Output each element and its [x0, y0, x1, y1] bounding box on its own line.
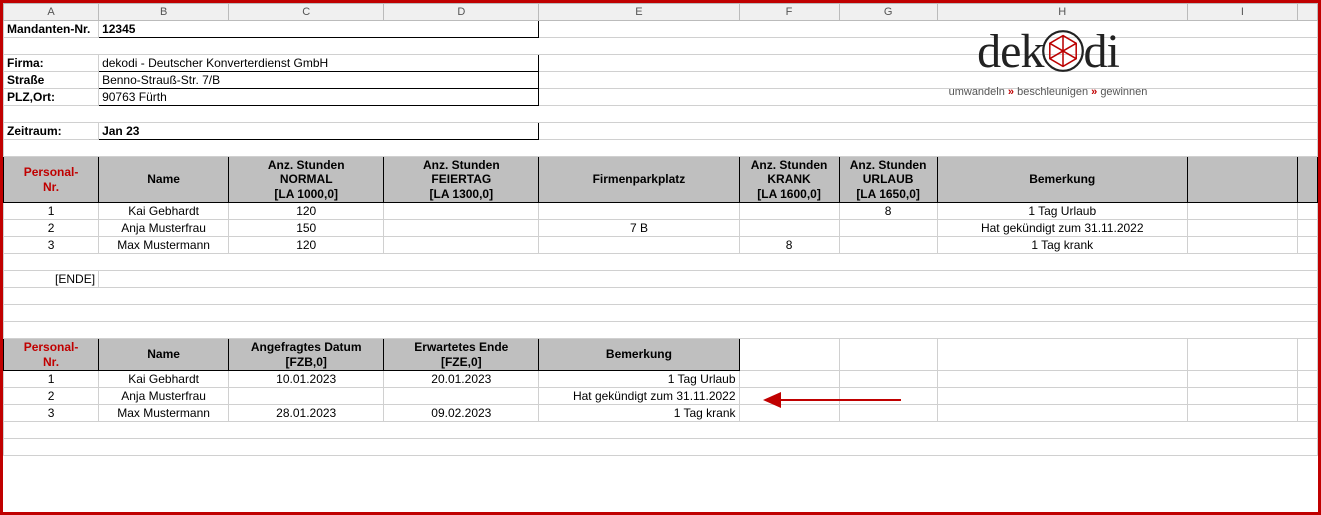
- cell[interactable]: 20.01.2023: [384, 370, 539, 387]
- cell[interactable]: 7 B: [539, 220, 739, 237]
- cell[interactable]: Hat gekündigt zum 31.11.2022: [539, 387, 739, 404]
- cell[interactable]: [1187, 220, 1297, 237]
- table1-header-row: Personal-Nr. Name Anz. StundenNORMAL[LA …: [4, 157, 1318, 203]
- t2-hdr-angefragt: Angefragtes Datum[FZB,0]: [229, 339, 384, 371]
- strasse-value-cell[interactable]: Benno-Strauß-Str. 7/B: [99, 72, 539, 89]
- col-C[interactable]: C: [229, 4, 384, 21]
- zeitraum-value-cell[interactable]: Jan 23: [99, 123, 539, 140]
- col-E[interactable]: E: [539, 4, 739, 21]
- cell[interactable]: 120: [229, 237, 384, 254]
- cell[interactable]: 10.01.2023: [229, 370, 384, 387]
- cell[interactable]: 150: [229, 220, 384, 237]
- t1-hdr-feiertag: Anz. StundenFEIERTAG[LA 1300,0]: [384, 157, 539, 203]
- strasse-label: Straße: [4, 72, 99, 89]
- t2-hdr-erwartet: Erwartetes Ende[FZE,0]: [384, 339, 539, 371]
- gear-icon: [1041, 29, 1085, 82]
- cell[interactable]: [384, 387, 539, 404]
- cell[interactable]: 1 Tag Urlaub: [937, 203, 1187, 220]
- cell[interactable]: [1187, 237, 1297, 254]
- cell[interactable]: Max Mustermann: [99, 404, 229, 421]
- table-row[interactable]: 1 Kai Gebhardt 10.01.2023 20.01.2023 1 T…: [4, 370, 1318, 387]
- cell[interactable]: Max Mustermann: [99, 237, 229, 254]
- col-I[interactable]: I: [1187, 4, 1297, 21]
- col-A[interactable]: A: [4, 4, 99, 21]
- table-row[interactable]: 3 Max Mustermann 28.01.2023 09.02.2023 1…: [4, 404, 1318, 421]
- cell[interactable]: [839, 220, 937, 237]
- col-F[interactable]: F: [739, 4, 839, 21]
- cell[interactable]: Kai Gebhardt: [99, 370, 229, 387]
- table-row[interactable]: 2 Anja Musterfrau 150 7 B Hat gekündigt …: [4, 220, 1318, 237]
- table2-header-row: Personal-Nr. Name Angefragtes Datum[FZB,…: [4, 339, 1318, 371]
- t1-hdr-personal: Personal-Nr.: [4, 157, 99, 203]
- cell[interactable]: [539, 237, 739, 254]
- mandant-label: Mandanten-Nr.: [4, 21, 99, 38]
- cell[interactable]: 3: [4, 404, 99, 421]
- col-H[interactable]: H: [937, 4, 1187, 21]
- t2-hdr-bemerkung: Bemerkung: [539, 339, 739, 371]
- cell[interactable]: Hat gekündigt zum 31.11.2022: [937, 220, 1187, 237]
- col-G[interactable]: G: [839, 4, 937, 21]
- cell[interactable]: 1: [4, 203, 99, 220]
- table-row[interactable]: 1 Kai Gebhardt 120 8 1 Tag Urlaub: [4, 203, 1318, 220]
- cell[interactable]: [1297, 203, 1317, 220]
- cell[interactable]: [1297, 237, 1317, 254]
- firma-value-cell[interactable]: dekodi - Deutscher Konverterdienst GmbH: [99, 55, 539, 72]
- cell[interactable]: 8: [739, 237, 839, 254]
- cell[interactable]: 8: [839, 203, 937, 220]
- t1-hdr-empty1: [1187, 157, 1297, 203]
- cell[interactable]: [384, 220, 539, 237]
- t2-hdr-personal: Personal-Nr.: [4, 339, 99, 371]
- zeitraum-label: Zeitraum:: [4, 123, 99, 140]
- mandant-value-cell[interactable]: 12345: [99, 21, 539, 38]
- t1-hdr-name: Name: [99, 157, 229, 203]
- cell[interactable]: [739, 203, 839, 220]
- cell[interactable]: [739, 220, 839, 237]
- col-end: [1297, 4, 1317, 21]
- annotation-arrow-icon: [763, 392, 903, 408]
- t1-hdr-normal: Anz. StundenNORMAL[LA 1000,0]: [229, 157, 384, 203]
- cell[interactable]: 2: [4, 387, 99, 404]
- cell[interactable]: [539, 203, 739, 220]
- table-row[interactable]: 3 Max Mustermann 120 8 1 Tag krank: [4, 237, 1318, 254]
- firma-label: Firma:: [4, 55, 99, 72]
- cell[interactable]: Anja Musterfrau: [99, 220, 229, 237]
- cell[interactable]: 120: [229, 203, 384, 220]
- cell[interactable]: [229, 387, 384, 404]
- cell[interactable]: 1 Tag krank: [937, 237, 1187, 254]
- cell[interactable]: [1187, 203, 1297, 220]
- cell[interactable]: Anja Musterfrau: [99, 387, 229, 404]
- cell[interactable]: [384, 203, 539, 220]
- t1-hdr-bemerkung: Bemerkung: [937, 157, 1187, 203]
- col-D[interactable]: D: [384, 4, 539, 21]
- table-row[interactable]: 2 Anja Musterfrau Hat gekündigt zum 31.1…: [4, 387, 1318, 404]
- cell[interactable]: 1 Tag Urlaub: [539, 370, 739, 387]
- logo-text-post: di: [1083, 25, 1118, 78]
- t1-hdr-empty2: [1297, 157, 1317, 203]
- logo-text-pre: dek: [977, 25, 1043, 78]
- cell[interactable]: Kai Gebhardt: [99, 203, 229, 220]
- cell[interactable]: [1297, 220, 1317, 237]
- spreadsheet-frame: A B C D E F G H I Mandanten-Nr. 12345 Fi…: [0, 0, 1321, 515]
- cell[interactable]: 1: [4, 370, 99, 387]
- cell[interactable]: 28.01.2023: [229, 404, 384, 421]
- cell[interactable]: 2: [4, 220, 99, 237]
- plzort-label: PLZ,Ort:: [4, 89, 99, 106]
- plzort-value-cell[interactable]: 90763 Fürth: [99, 89, 539, 106]
- dekodi-logo: dek di umwandeln » beschleunigen » gewin…: [908, 28, 1188, 98]
- t1-hdr-parkplatz: Firmenparkplatz: [539, 157, 739, 203]
- ende-marker: [ENDE]: [4, 271, 99, 288]
- cell[interactable]: [839, 237, 937, 254]
- t2-hdr-name: Name: [99, 339, 229, 371]
- column-header-row: A B C D E F G H I: [4, 4, 1318, 21]
- t1-hdr-urlaub: Anz. StundenURLAUB[LA 1650,0]: [839, 157, 937, 203]
- cell[interactable]: 3: [4, 237, 99, 254]
- cell[interactable]: [384, 237, 539, 254]
- logo-tagline: umwandeln » beschleunigen » gewinnen: [908, 86, 1188, 98]
- cell[interactable]: 1 Tag krank: [539, 404, 739, 421]
- col-B[interactable]: B: [99, 4, 229, 21]
- t1-hdr-krank: Anz. StundenKRANK[LA 1600,0]: [739, 157, 839, 203]
- cell[interactable]: 09.02.2023: [384, 404, 539, 421]
